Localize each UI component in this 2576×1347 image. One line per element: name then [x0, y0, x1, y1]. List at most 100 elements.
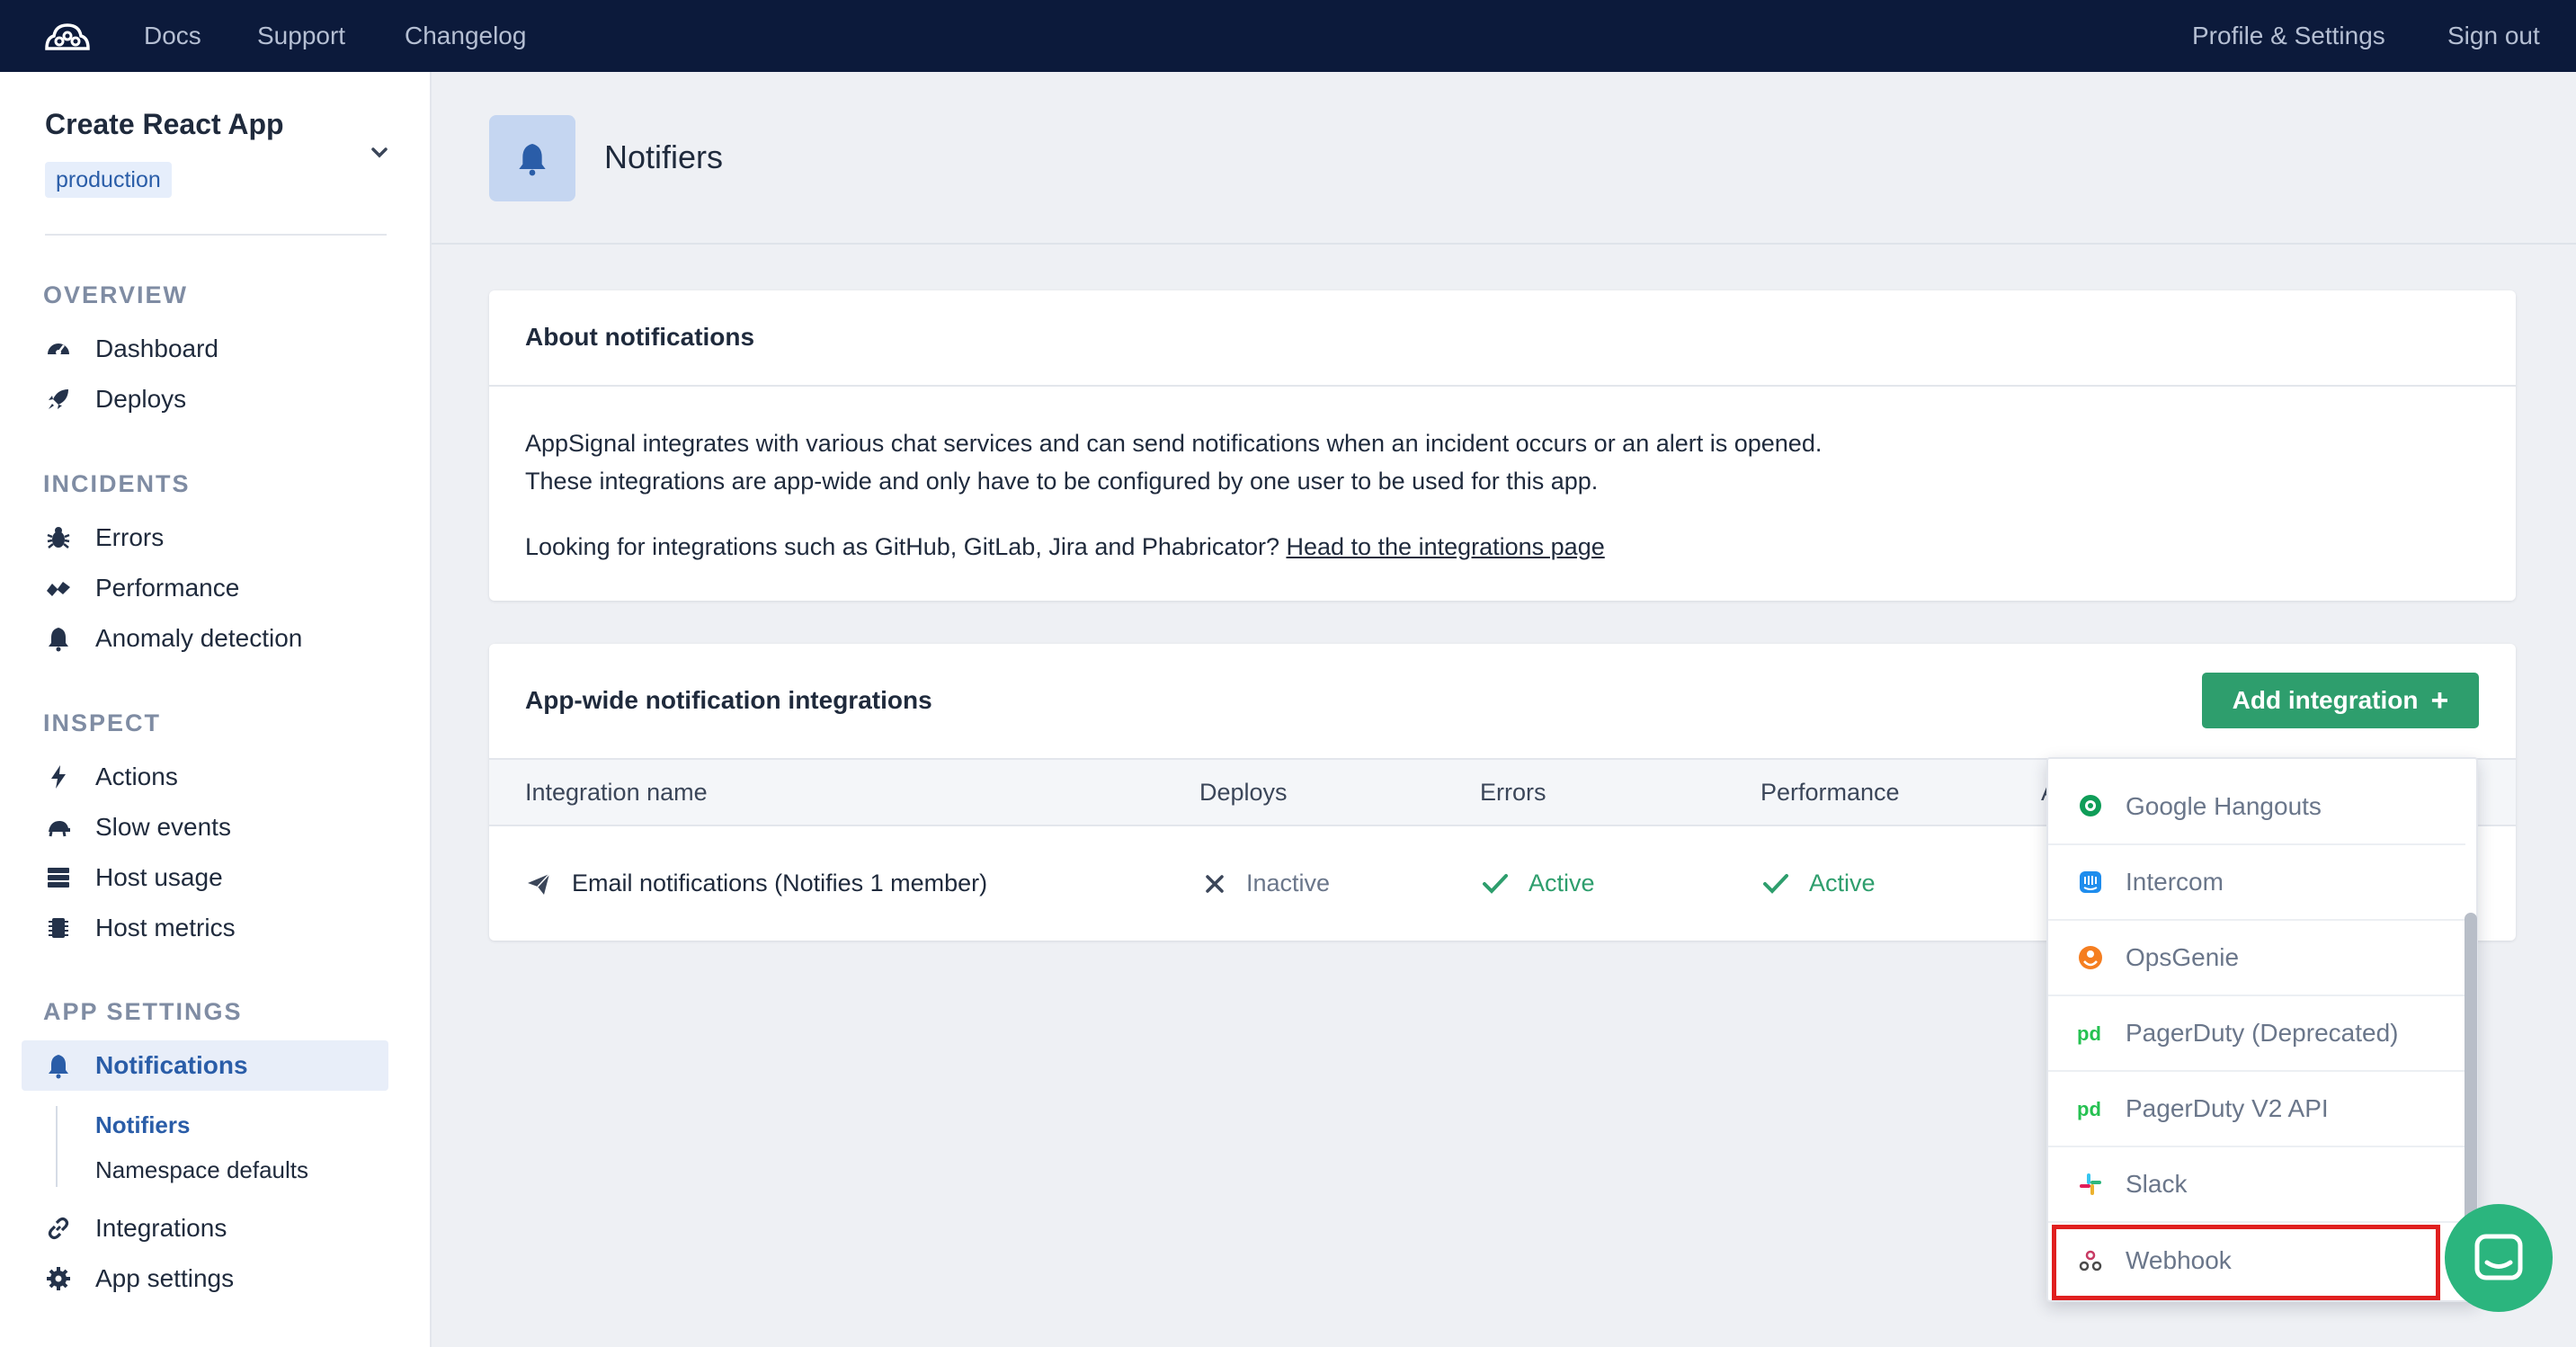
- rocket-icon: [43, 384, 74, 415]
- deploys-status-label: Inactive: [1246, 870, 1331, 897]
- sidebar-item-label: Slow events: [95, 813, 231, 841]
- svg-text:pd: pd: [2077, 1022, 2101, 1045]
- table-row-name[interactable]: Email notifications (Notifies 1 member): [525, 870, 987, 897]
- top-navigation-bar: Docs Support Changelog Profile & Setting…: [0, 0, 2576, 72]
- sidebar-item-app-settings[interactable]: App settings: [43, 1258, 385, 1299]
- bell-icon: [43, 1050, 74, 1081]
- about-card-title: About notifications: [525, 323, 755, 351]
- section-app-settings: APP SETTINGS: [43, 998, 243, 1025]
- page-title: Notifiers: [604, 138, 724, 175]
- integration-name: Email notifications (Notifies 1 member): [572, 870, 988, 897]
- svg-text:pd: pd: [2077, 1098, 2101, 1120]
- check-icon: [1763, 873, 1788, 894]
- sidebar-item-label: App settings: [95, 1264, 235, 1292]
- changelog-link[interactable]: Changelog: [405, 22, 526, 50]
- sidebar-item-performance[interactable]: Performance: [43, 567, 385, 609]
- pagerduty-icon: pd: [2077, 1020, 2104, 1047]
- about-text-line-3: Looking for integrations such as GitHub,…: [525, 528, 1605, 566]
- section-incidents: INCIDENTS: [43, 470, 191, 497]
- performance-status: Active: [1762, 870, 1876, 897]
- sidebar-item-label: Host metrics: [95, 914, 236, 941]
- gauge-icon: [43, 334, 74, 364]
- sidebar-item-deploys[interactable]: Deploys: [43, 379, 385, 420]
- gear-icon: [43, 1263, 74, 1294]
- sidebar-item-host-usage[interactable]: Host usage: [43, 857, 385, 898]
- sidebar-item-actions[interactable]: Actions: [43, 756, 385, 798]
- submenu-rule: [56, 1106, 58, 1187]
- webhook-highlight-box: [2052, 1225, 2440, 1300]
- column-integration-name: Integration name: [525, 779, 708, 806]
- sidebar-item-label: Anomaly detection: [95, 624, 303, 652]
- deploys-status: Inactive: [1203, 870, 1330, 897]
- section-overview: OVERVIEW: [43, 281, 189, 308]
- integrations-page-link[interactable]: Head to the integrations page: [1286, 533, 1604, 560]
- column-deploys: Deploys: [1199, 779, 1288, 806]
- column-performance: Performance: [1760, 779, 1900, 806]
- profile-settings-link[interactable]: Profile & Settings: [2192, 22, 2385, 50]
- sidebar-item-slow-events[interactable]: Slow events: [43, 807, 385, 848]
- sidebar-item-anomaly-detection[interactable]: Anomaly detection: [43, 618, 385, 659]
- sidebar-subitem-notifiers[interactable]: Notifiers: [95, 1111, 190, 1139]
- chat-icon: [2474, 1234, 2523, 1280]
- sidebar-item-notifications[interactable]: Notifications: [43, 1045, 385, 1086]
- dropdown-item-google-hangouts[interactable]: Google Hangouts: [2048, 770, 2465, 845]
- bell-icon: [43, 623, 74, 654]
- slack-icon: [2077, 1171, 2104, 1198]
- page-header: [432, 72, 2576, 245]
- support-link[interactable]: Support: [257, 22, 345, 50]
- errors-status-label: Active: [1529, 870, 1595, 897]
- column-errors: Errors: [1480, 779, 1546, 806]
- dropdown-item-intercom[interactable]: Intercom: [2048, 845, 2465, 921]
- add-integration-dropdown[interactable]: Google Hangouts Intercom OpsGenie pd Pag…: [2046, 757, 2478, 1302]
- snail-icon: [43, 573, 74, 603]
- chat-widget-button[interactable]: [2445, 1204, 2553, 1312]
- dropdown-item-slack[interactable]: Slack: [2048, 1147, 2465, 1223]
- sidebar-item-label: Host usage: [95, 863, 223, 891]
- sidebar-item-label: Notifications: [95, 1051, 248, 1079]
- performance-status-label: Active: [1809, 870, 1876, 897]
- chevron-down-icon[interactable]: [367, 140, 392, 165]
- integrations-question: Looking for integrations such as GitHub,…: [525, 533, 1287, 560]
- link-icon: [43, 1213, 74, 1244]
- about-text-line-2: These integrations are app-wide and only…: [525, 468, 1599, 495]
- docs-link[interactable]: Docs: [144, 22, 201, 50]
- google-hangouts-icon: [2077, 793, 2104, 820]
- intercom-icon: [2077, 869, 2104, 896]
- bell-icon: [489, 115, 575, 201]
- card-divider: [489, 385, 2516, 387]
- integrations-card-title: App-wide notification integrations: [525, 686, 932, 714]
- sidebar-item-host-metrics[interactable]: Host metrics: [43, 907, 385, 949]
- sidebar-item-integrations[interactable]: Integrations: [43, 1208, 385, 1249]
- environment-badge[interactable]: production: [45, 162, 172, 198]
- dropdown-item-opsgenie[interactable]: OpsGenie: [2048, 921, 2465, 996]
- opsgenie-icon: [2077, 944, 2104, 971]
- x-icon: [1206, 874, 1224, 893]
- dropdown-item-pagerduty-v2-api[interactable]: pd PagerDuty V2 API: [2048, 1072, 2465, 1147]
- sidebar-item-label: Deploys: [95, 385, 187, 413]
- appsignal-logo-icon[interactable]: [43, 18, 92, 54]
- bug-icon: [43, 522, 74, 553]
- plus-icon: +: [2430, 683, 2449, 718]
- sidebar-subitem-namespace-defaults[interactable]: Namespace defaults: [95, 1156, 308, 1184]
- add-integration-label: Add integration: [2232, 686, 2419, 714]
- bolt-icon: [43, 762, 74, 792]
- app-name[interactable]: Create React App: [45, 108, 284, 141]
- sidebar-item-label: Errors: [95, 523, 165, 551]
- sign-out-link[interactable]: Sign out: [2447, 22, 2540, 50]
- chip-icon: [43, 913, 74, 943]
- paper-plane-icon: [528, 872, 550, 895]
- about-text-line-1: AppSignal integrates with various chat s…: [525, 430, 1823, 457]
- sidebar-item-errors[interactable]: Errors: [43, 517, 385, 558]
- sidebar-item-label: Performance: [95, 574, 240, 602]
- check-icon: [1483, 873, 1508, 894]
- dropdown-item-pagerduty-deprecated[interactable]: pd PagerDuty (Deprecated): [2048, 996, 2465, 1072]
- sidebar-item-dashboard[interactable]: Dashboard: [43, 328, 385, 370]
- section-inspect: INSPECT: [43, 709, 162, 736]
- sidebar-divider: [45, 234, 387, 236]
- sidebar-item-label: Actions: [95, 763, 178, 790]
- server-icon: [43, 862, 74, 893]
- sidebar-item-label: Integrations: [95, 1214, 227, 1242]
- add-integration-button[interactable]: Add integration +: [2202, 673, 2479, 728]
- pagerduty-icon: pd: [2077, 1095, 2104, 1122]
- turtle-icon: [43, 812, 74, 843]
